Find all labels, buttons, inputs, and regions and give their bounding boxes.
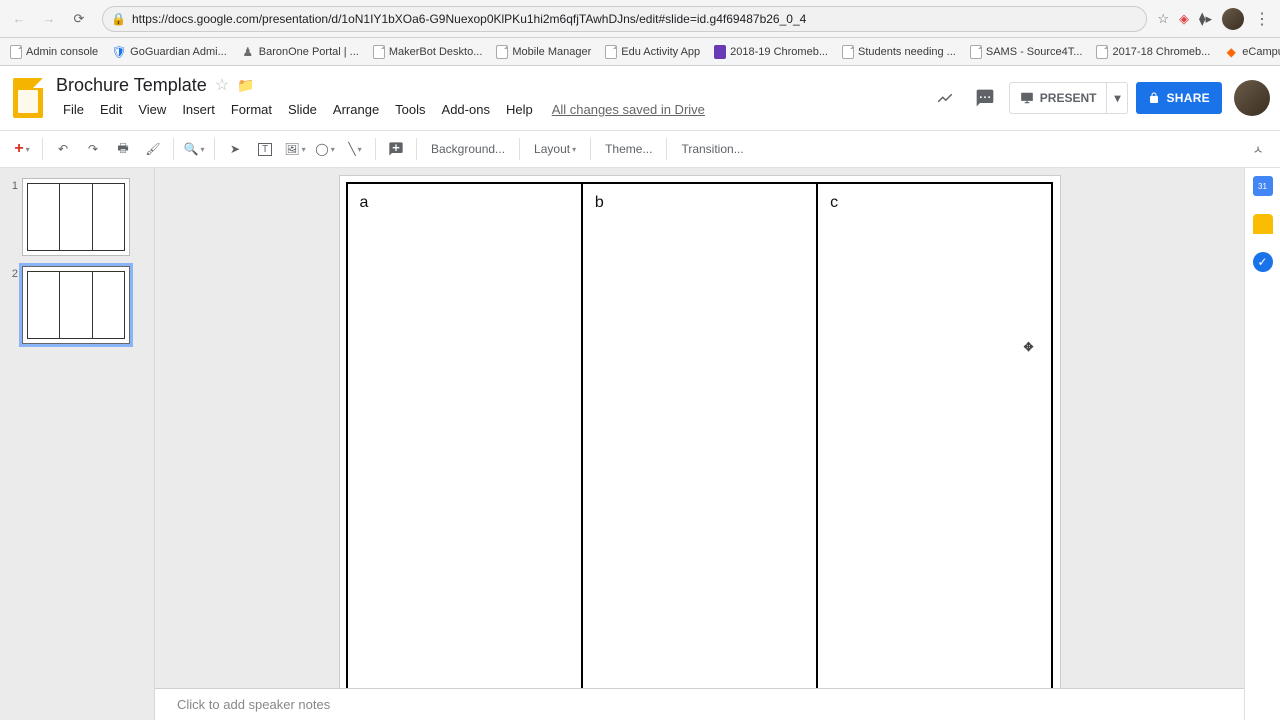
bookmark-item[interactable]: 2017-18 Chromeb... — [1096, 45, 1210, 59]
bookmark-item[interactable]: SAMS - Source4T... — [970, 45, 1083, 59]
keep-icon[interactable] — [1253, 214, 1273, 234]
calendar-icon[interactable] — [1253, 176, 1273, 196]
toolbar: +▾ ↶ ↷ 🖶 🖌 🔍▾ ➤ T 🖼▾ ◯▾ ╲▾ Background...… — [0, 130, 1280, 168]
menu-edit[interactable]: Edit — [93, 100, 129, 119]
bookmark-item[interactable]: Mobile Manager — [496, 45, 591, 59]
bookmark-item[interactable]: 🛡GoGuardian Admi... — [112, 45, 227, 59]
slides-logo[interactable] — [10, 74, 46, 122]
star-icon[interactable]: ☆ — [215, 75, 229, 95]
present-button[interactable]: PRESENT ▾ — [1009, 82, 1129, 114]
page-icon — [1096, 45, 1108, 59]
thumb-row: 2 — [8, 266, 146, 344]
canvas-area[interactable]: a b c ✥ Click to add speaker notes — [155, 168, 1244, 720]
menu-slide[interactable]: Slide — [281, 100, 324, 119]
theme-button[interactable]: Theme... — [597, 135, 660, 163]
menu-format[interactable]: Format — [224, 100, 279, 119]
extension-icon-2[interactable]: ⧫▸ — [1199, 11, 1212, 27]
new-slide-button[interactable]: +▾ — [8, 135, 36, 163]
slide-panel-a[interactable]: a — [346, 182, 581, 714]
menu-file[interactable]: File — [56, 100, 91, 119]
url-text: https://docs.google.com/presentation/d/1… — [132, 12, 806, 26]
menu-help[interactable]: Help — [499, 100, 540, 119]
image-tool[interactable]: 🖼▾ — [281, 135, 309, 163]
select-tool[interactable]: ➤ — [221, 135, 249, 163]
move-cursor-icon: ✥ — [1023, 340, 1033, 354]
undo-button[interactable]: ↶ — [49, 135, 77, 163]
bookmarks-bar: Admin console 🛡GoGuardian Admi... ♟Baron… — [0, 38, 1280, 66]
address-bar[interactable]: 🔒 https://docs.google.com/presentation/d… — [102, 6, 1147, 32]
zoom-button[interactable]: 🔍▾ — [180, 135, 208, 163]
reload-button[interactable]: ⟳ — [66, 6, 92, 32]
account-avatar[interactable] — [1234, 80, 1270, 116]
slide-panel-c[interactable]: c ✥ — [816, 182, 1053, 714]
paint-format-button[interactable]: 🖌 — [139, 135, 167, 163]
bookmark-item[interactable]: Admin console — [10, 45, 98, 59]
lock-icon: 🔒 — [111, 12, 126, 26]
bookmark-item[interactable]: ◆eCampus: Home — [1224, 45, 1280, 59]
sheet-icon — [714, 45, 726, 59]
slide-thumbnail-2[interactable] — [22, 266, 130, 344]
page-icon — [842, 45, 854, 59]
ecampus-icon: ◆ — [1224, 45, 1238, 59]
menu-addons[interactable]: Add-ons — [435, 100, 497, 119]
present-dropdown-icon[interactable]: ▾ — [1107, 91, 1127, 105]
collapse-toolbar-icon[interactable]: ㅅ — [1244, 135, 1272, 163]
menu-tools[interactable]: Tools — [388, 100, 432, 119]
filmstrip: 1 2 — [0, 168, 155, 720]
slide-canvas[interactable]: a b c ✥ — [340, 176, 1060, 720]
thumb-number: 1 — [8, 178, 18, 256]
bookmark-item[interactable]: Students needing ... — [842, 45, 956, 59]
tasks-icon[interactable] — [1253, 252, 1273, 272]
slide-thumbnail-1[interactable] — [22, 178, 130, 256]
comments-icon[interactable] — [969, 82, 1001, 114]
forward-button[interactable]: → — [36, 6, 62, 32]
star-icon[interactable]: ☆ — [1157, 11, 1169, 27]
menu-insert[interactable]: Insert — [175, 100, 222, 119]
line-tool[interactable]: ╲▾ — [341, 135, 369, 163]
menu-bar: File Edit View Insert Format Slide Arran… — [56, 100, 919, 119]
layout-button[interactable]: Layout▾ — [526, 135, 584, 163]
bookmark-item[interactable]: MakerBot Deskto... — [373, 45, 483, 59]
page-icon — [496, 45, 508, 59]
thumb-row: 1 — [8, 178, 146, 256]
shape-tool[interactable]: ◯▾ — [311, 135, 339, 163]
share-button[interactable]: SHARE — [1136, 82, 1222, 114]
comment-button[interactable] — [382, 135, 410, 163]
print-button[interactable]: 🖶 — [109, 135, 137, 163]
browser-toolbar: ← → ⟳ 🔒 https://docs.google.com/presenta… — [0, 0, 1280, 38]
page-icon — [605, 45, 617, 59]
move-folder-icon[interactable]: 📁 — [237, 77, 254, 94]
shield-icon: 🛡 — [112, 45, 126, 59]
profile-avatar[interactable] — [1222, 8, 1244, 30]
side-panel — [1244, 168, 1280, 720]
work-area: 1 2 a b c ✥ Click to add speaker notes — [0, 168, 1280, 720]
baron-icon: ♟ — [241, 45, 255, 59]
extension-icon[interactable]: ◈ — [1179, 11, 1189, 27]
textbox-tool[interactable]: T — [251, 135, 279, 163]
page-icon — [10, 45, 22, 59]
page-icon — [970, 45, 982, 59]
doc-title[interactable]: Brochure Template — [56, 75, 207, 96]
bookmark-item[interactable]: Edu Activity App — [605, 45, 700, 59]
slide-panel-b[interactable]: b — [581, 182, 816, 714]
bookmark-item[interactable]: 2018-19 Chromeb... — [714, 45, 828, 59]
speaker-notes[interactable]: Click to add speaker notes — [155, 688, 1244, 720]
save-status[interactable]: All changes saved in Drive — [552, 102, 705, 117]
app-header: Brochure Template ☆ 📁 File Edit View Ins… — [0, 66, 1280, 130]
menu-view[interactable]: View — [131, 100, 173, 119]
back-button[interactable]: ← — [6, 6, 32, 32]
thumb-number: 2 — [8, 266, 18, 344]
page-icon — [373, 45, 385, 59]
menu-arrange[interactable]: Arrange — [326, 100, 386, 119]
bookmark-item[interactable]: ♟BaronOne Portal | ... — [241, 45, 359, 59]
redo-button[interactable]: ↷ — [79, 135, 107, 163]
explore-icon[interactable] — [929, 82, 961, 114]
chrome-menu-icon[interactable]: ⋮ — [1254, 9, 1270, 29]
background-button[interactable]: Background... — [423, 135, 513, 163]
transition-button[interactable]: Transition... — [673, 135, 751, 163]
